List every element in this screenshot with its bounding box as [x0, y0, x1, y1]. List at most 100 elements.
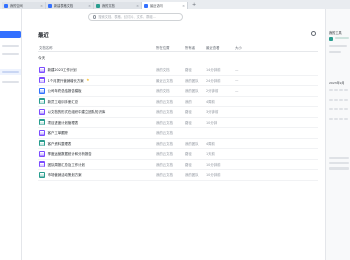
calendar-month: 2023年9月: [329, 81, 345, 85]
file-owner: 路径: [185, 110, 192, 115]
panel-line: [329, 51, 341, 54]
file-name[interactable]: 公司年终总结报告模板: [48, 88, 82, 93]
row-name-cell: 新建2023工作计划: [38, 66, 156, 73]
header-location[interactable]: 所在位置: [156, 45, 185, 50]
file-owner: 我的团队: [185, 89, 199, 94]
file-location: 我的云文档: [156, 152, 173, 157]
file-owner: 我的团队: [185, 141, 199, 146]
table-row[interactable]: 团队周报汇总及工作计划 我的云文档 路径 10分钟前: [38, 160, 318, 170]
header-size[interactable]: 大小: [235, 45, 285, 50]
file-location: 我的云文档: [156, 141, 173, 146]
browser-tab-bar: 我的空间 × 新建表格文档 × 我的文档 × 最近访问 × +: [0, 0, 350, 9]
row-name-cell: 市场营销活动策划方案: [38, 171, 156, 178]
row-name-cell: 客户工单跟踪: [38, 129, 156, 136]
search-bar[interactable]: [88, 13, 183, 21]
table-row[interactable]: 市场营销活动策划方案 我的云文档 我的团队 10分钟前: [38, 170, 318, 181]
file-name[interactable]: 1个月提升营销增长方案: [48, 78, 84, 83]
file-name[interactable]: 以文档的形式在组织中建立团队知识库: [48, 109, 106, 114]
file-name[interactable]: 客户工单跟踪: [48, 130, 68, 135]
search-icon: [93, 15, 97, 19]
doc-icon: [39, 129, 45, 136]
file-location: 我的云文档: [156, 110, 173, 115]
doc-icon: [39, 87, 45, 94]
file-name[interactable]: 客户资料整理表: [48, 141, 72, 146]
close-icon[interactable]: ×: [136, 4, 139, 8]
header-time[interactable]: 最近查看: [206, 45, 235, 50]
file-name[interactable]: 新建2023工作计划: [48, 67, 77, 72]
sheet-icon: [39, 140, 45, 147]
file-name[interactable]: 新员工培训手册汇总: [48, 99, 79, 104]
close-icon[interactable]: ×: [40, 4, 43, 8]
tab-recent[interactable]: 最近访问 ×: [142, 2, 188, 9]
header-name[interactable]: 文档名称: [38, 45, 156, 50]
file-time: 24分钟前: [206, 78, 221, 83]
row-name-cell: 新员工培训手册汇总: [38, 98, 156, 105]
close-icon[interactable]: ×: [88, 4, 91, 8]
sheet-icon: [96, 3, 100, 8]
table-row[interactable]: 新建2023工作计划 我的文档 路径 14分钟前 —: [38, 65, 318, 76]
doc-icon: [39, 77, 45, 84]
table-row[interactable]: 以文档的形式在组织中建立团队知识库 我的云文档 路径 3分钟前: [38, 107, 318, 118]
right-panel: 我的工具 2023年9月: [325, 9, 350, 260]
tab-my-docs[interactable]: 我的文档 ×: [94, 2, 142, 9]
tab-label: 我的文档: [102, 4, 115, 8]
panel-list: [329, 157, 349, 173]
file-owner: 我的团队: [185, 78, 199, 83]
file-owner: 路径: [185, 120, 192, 125]
row-name-cell: 1个月提升营销增长方案 ★: [38, 77, 156, 84]
table-row[interactable]: 项目进度计划管理表 我的云文档 路径 10分钟: [38, 118, 318, 128]
file-location: 我的云文档: [156, 99, 173, 104]
file-size: —: [235, 78, 239, 83]
section-label-today: 今天: [38, 56, 46, 60]
file-location: 我的文档: [156, 68, 170, 73]
new-button[interactable]: [0, 31, 21, 38]
calendar-grid[interactable]: [329, 89, 348, 125]
sidebar-item[interactable]: [2, 45, 19, 48]
sidebar: [0, 9, 22, 260]
tab-label: 最近访问: [150, 4, 163, 8]
file-list: 新建2023工作计划 我的文档 路径 14分钟前 —1个月提升营销增长方案 ★ 最近云文档我…: [38, 65, 318, 181]
table-row[interactable]: 客户资料整理表 我的云文档 我的团队 4周前: [38, 139, 318, 149]
search-input[interactable]: [98, 15, 179, 19]
table-row[interactable]: 公司年终总结报告模板 我的文档 我的团队 2分钟前 —: [38, 86, 318, 97]
doc-icon: [39, 150, 45, 157]
tab-label: 我的空间: [10, 4, 23, 8]
tool-label[interactable]: [335, 37, 349, 40]
sidebar-item[interactable]: [2, 70, 19, 73]
file-location: 我的云文档: [156, 120, 173, 125]
row-name-cell: 客户资料整理表: [38, 140, 156, 147]
tool-icon[interactable]: [329, 37, 333, 41]
header-owner[interactable]: 所有者: [185, 45, 206, 50]
file-time: 1天前: [206, 152, 215, 157]
file-name[interactable]: 市场营销活动策划方案: [48, 172, 82, 177]
doc-icon: [4, 3, 8, 8]
page-title: 最近: [38, 33, 49, 39]
file-location: 我的云文档: [156, 173, 173, 178]
close-icon[interactable]: ×: [182, 4, 185, 8]
row-name-cell: 以文档的形式在组织中建立团队知识库: [38, 108, 156, 115]
file-location: 我的文档: [156, 89, 170, 94]
gear-icon[interactable]: [311, 31, 316, 36]
table-row[interactable]: 季度运营数据统计和分析报告 我的云文档 路径 1天前: [38, 149, 318, 160]
sidebar-item[interactable]: [2, 53, 19, 56]
file-name[interactable]: 项目进度计划管理表: [48, 120, 79, 125]
table-row[interactable]: 1个月提升营销增长方案 ★ 最近云文档 我的团队 24分钟前 —: [38, 76, 318, 86]
file-owner: 路径: [185, 162, 192, 167]
file-time: 14分钟前: [206, 68, 221, 73]
table-row[interactable]: 新员工培训手册汇总 我的云文档 我的 4周前: [38, 97, 318, 107]
star-icon[interactable]: ★: [86, 78, 89, 82]
table-row[interactable]: 客户工单跟踪 我的云文档: [38, 128, 318, 139]
doc-icon: [39, 161, 45, 168]
new-tab-button[interactable]: +: [188, 2, 200, 9]
sheet-icon: [39, 119, 45, 126]
tab-new-sheet[interactable]: 新建表格文档 ×: [46, 2, 94, 9]
file-name[interactable]: 季度运营数据统计和分析报告: [48, 151, 92, 156]
file-owner: 我的团队: [185, 173, 199, 178]
sidebar-item[interactable]: [2, 81, 19, 84]
doc-icon: [48, 3, 52, 8]
tab-my-space[interactable]: 我的空间 ×: [2, 2, 46, 9]
file-name[interactable]: 团队周报汇总及工作计划: [48, 162, 85, 167]
file-location: 我的云文档: [156, 131, 173, 136]
table-header: 文档名称 所在位置 所有者 最近查看 大小: [38, 44, 318, 52]
file-time: 10分钟前: [206, 162, 221, 167]
